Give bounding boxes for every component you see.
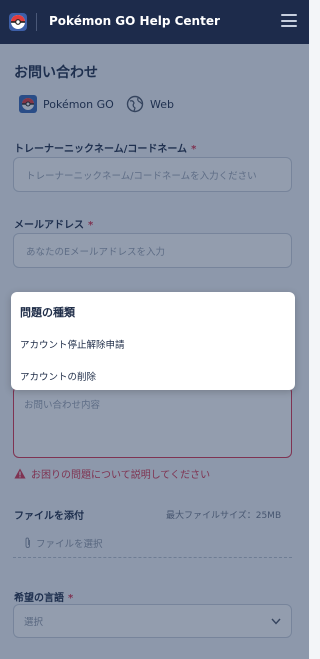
issue-type-title: 問題の種類 xyxy=(20,306,75,319)
header-divider xyxy=(36,13,37,31)
issue-type-dropdown: 問題の種類 アカウント停止解除申請 アカウントの削除 xyxy=(11,292,295,390)
issue-option-delete-account[interactable]: アカウントの削除 xyxy=(20,369,96,383)
pokeball-icon[interactable] xyxy=(8,12,28,32)
header-bar: Pokémon GO Help Center xyxy=(0,0,309,44)
hamburger-menu-icon[interactable] xyxy=(281,14,297,27)
header-title[interactable]: Pokémon GO Help Center xyxy=(49,14,220,28)
issue-option-unsuspend[interactable]: アカウント停止解除申請 xyxy=(20,337,125,351)
